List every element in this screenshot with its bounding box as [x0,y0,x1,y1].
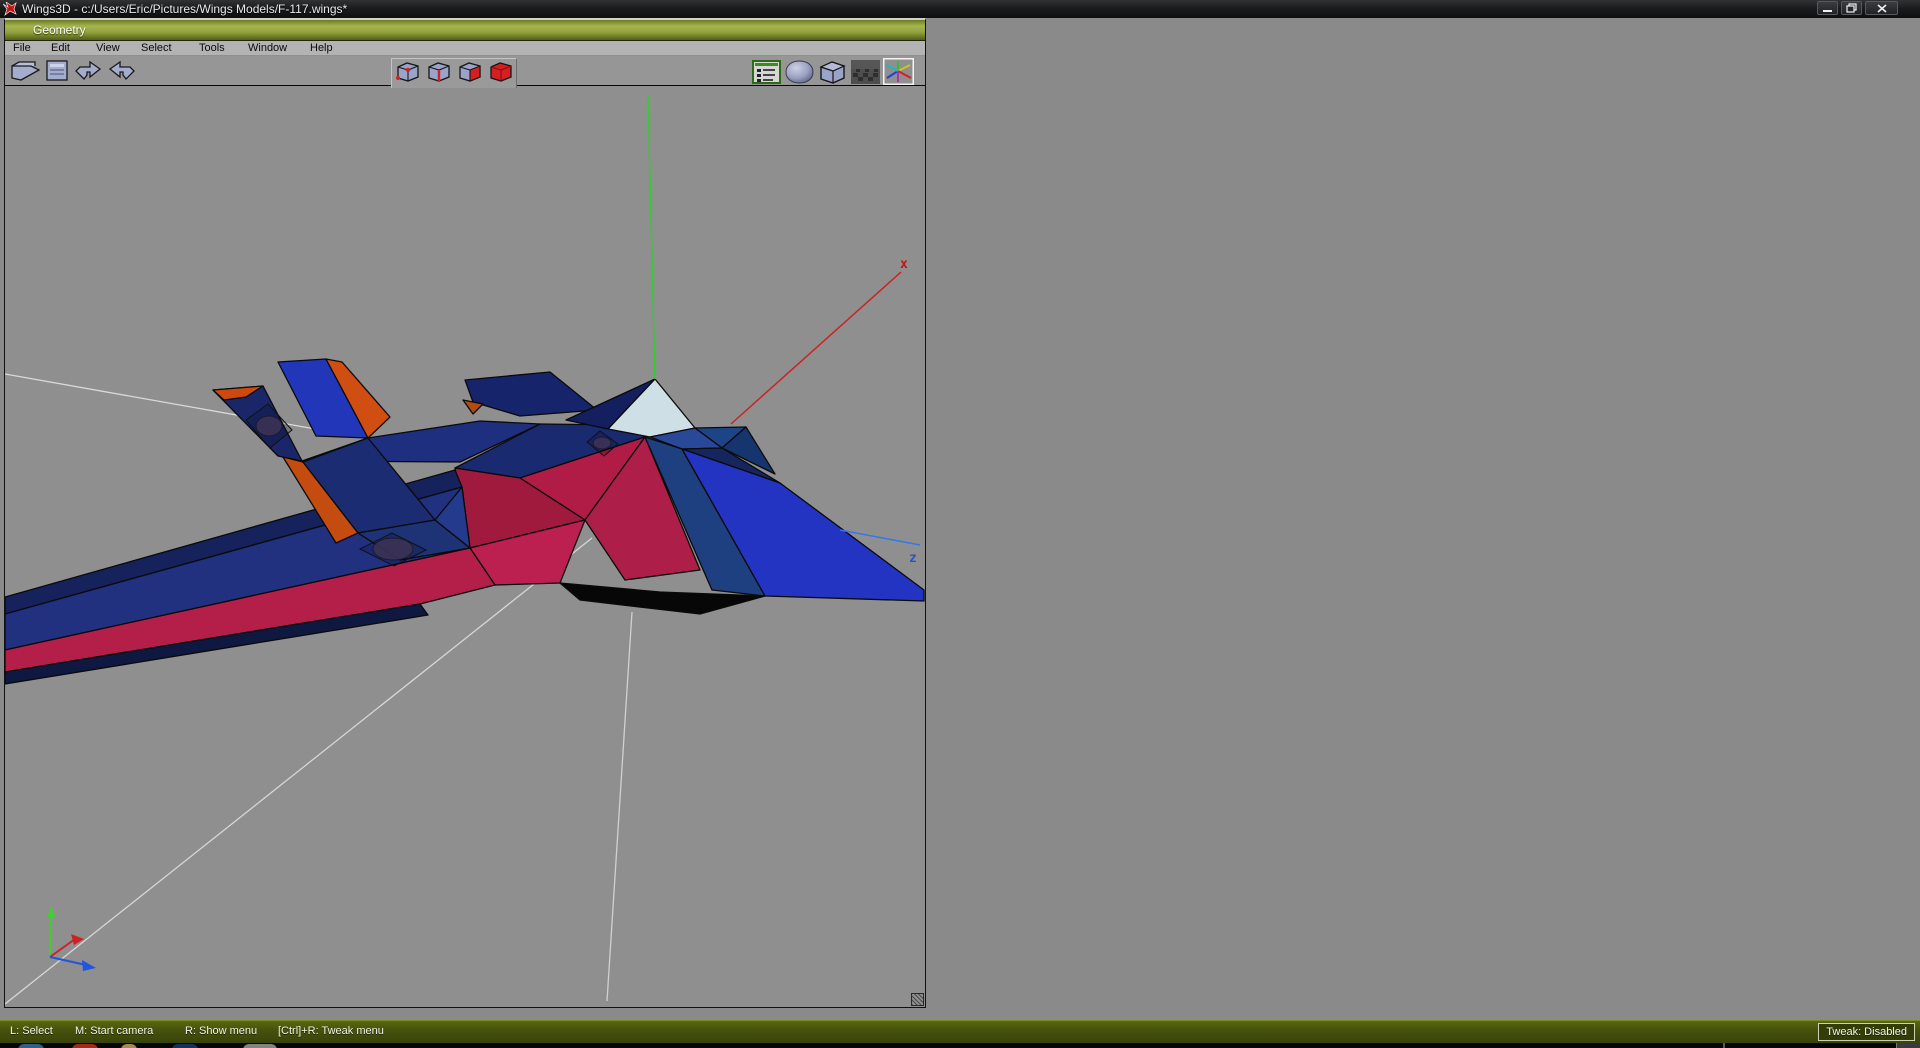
close-button[interactable] [1865,1,1898,15]
toolbar [5,56,925,90]
menu-edit[interactable]: Edit [51,42,70,54]
hint-middle-mouse: M: Start camera [75,1025,154,1037]
axis-label-x: x [900,257,908,272]
taskbar-icon[interactable] [121,1044,137,1048]
axis-label-z: z [909,551,917,566]
status-bar: L: Select M: Start camera R: Show menu [… [0,1020,1920,1043]
geometry-window-titlebar[interactable]: Geometry [5,20,925,41]
show-desktop-button[interactable] [1896,1043,1920,1048]
tweak-status-badge: Tweak: Disabled [1818,1023,1915,1041]
edge-select-icon[interactable] [424,59,453,89]
show-ground-plane-icon[interactable] [850,59,881,90]
undo-icon[interactable] [72,58,104,88]
geometry-window: Geometry File Edit View Select Tools Win… [4,18,926,1008]
model-scene: xz [4,95,925,1005]
show-axes-icon[interactable] [882,57,915,90]
save-icon[interactable] [44,58,70,88]
menu-help[interactable]: Help [310,42,333,54]
taskbar-icon[interactable] [72,1044,98,1048]
geometry-window-title: Geometry [33,23,86,37]
taskbar-icon[interactable] [18,1044,44,1048]
viewport-resize-handle[interactable] [911,993,924,1006]
smooth-shading-icon[interactable] [784,59,815,90]
menu-select[interactable]: Select [141,42,172,54]
menu-tools[interactable]: Tools [199,42,225,54]
hint-ctrl-right: [Ctrl]+R: Tweak menu [278,1025,384,1037]
show-info-icon[interactable] [751,59,782,90]
app-titlebar[interactable]: Wings3D - c:/Users/Eric/Pictures/Wings M… [0,0,1920,18]
flat-shading-icon[interactable] [817,59,848,90]
menu-window[interactable]: Window [248,42,287,54]
body-select-icon[interactable] [486,59,515,89]
3d-viewport[interactable]: xz [4,88,925,1007]
taskbar-icon[interactable] [243,1044,277,1048]
taskbar-icon[interactable] [172,1044,198,1048]
face-select-icon[interactable] [455,59,484,89]
vertex-select-icon[interactable] [393,59,422,89]
minimize-button[interactable] [1817,1,1838,15]
taskbar-sliver [0,1043,1920,1048]
taskbar-tray-divider [1723,1043,1725,1048]
menu-view[interactable]: View [96,42,120,54]
menu-bar: File Edit View Select Tools Window Help [5,41,925,56]
redo-icon[interactable] [106,58,138,88]
menu-file[interactable]: File [13,42,31,54]
hint-left-mouse: L: Select [10,1025,53,1037]
hint-right-mouse: R: Show menu [185,1025,258,1037]
restore-button[interactable] [1841,1,1862,15]
window-title: Wings3D - c:/Users/Eric/Pictures/Wings M… [22,2,348,16]
open-icon[interactable] [9,58,42,88]
